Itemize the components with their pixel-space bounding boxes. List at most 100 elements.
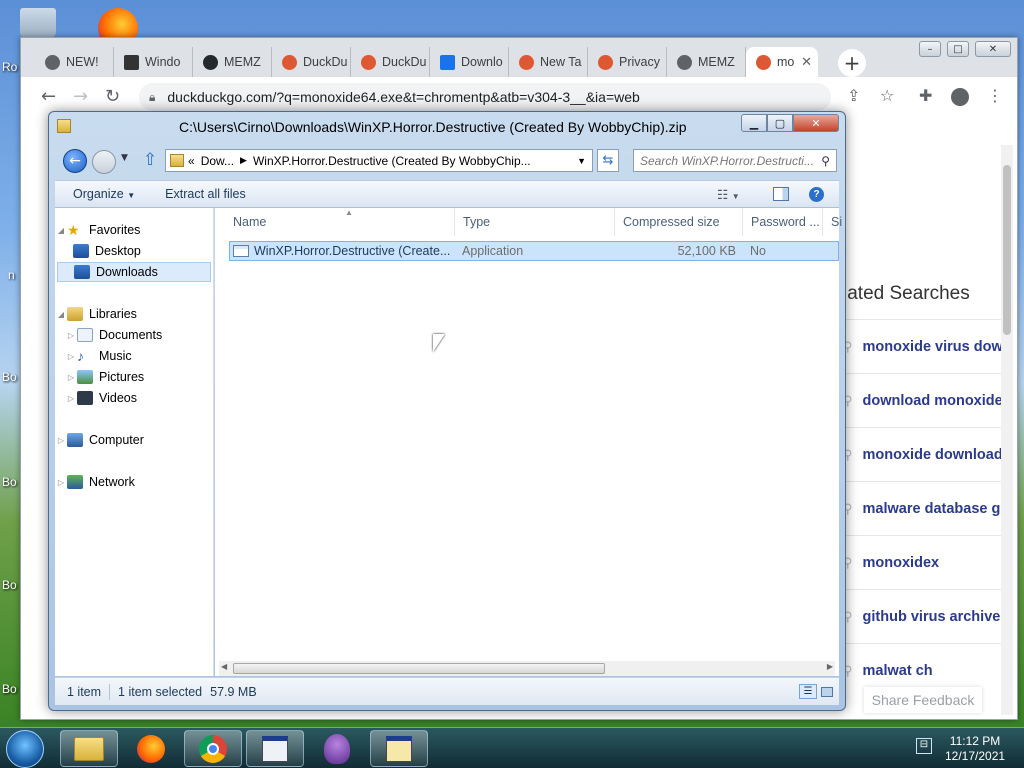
expand-triangle-icon[interactable]: ▷ (55, 436, 67, 445)
search-icon[interactable]: ⚲ (821, 154, 830, 168)
file-name[interactable]: WinXP.Horror.Destructive (Create... (254, 242, 450, 260)
tab-monoxide-active[interactable]: mo ✕ (746, 47, 818, 77)
tab-windows[interactable]: Windo (114, 47, 193, 77)
tab-new-tab[interactable]: New Ta (509, 47, 588, 77)
related-search-link[interactable]: ⚲ monoxide download (843, 427, 1003, 481)
tab-close-icon[interactable]: ✕ (801, 54, 812, 70)
related-search-link[interactable]: ⚲ monoxidex (843, 535, 1003, 589)
scroll-left-icon[interactable]: ◀ (221, 662, 227, 671)
organize-button[interactable]: Organize ▼ (73, 187, 135, 201)
tab-duckduckgo[interactable]: DuckDu (272, 47, 351, 77)
collapse-triangle-icon[interactable]: ◢ (55, 310, 67, 319)
preview-pane-icon[interactable] (773, 187, 789, 201)
maximize-button[interactable]: □ (947, 41, 969, 57)
nav-favorites[interactable]: ◢ ★ Favorites (55, 220, 140, 240)
tab-privacy[interactable]: Privacy (588, 47, 667, 77)
column-header-compressed-size[interactable]: Compressed size (615, 208, 743, 236)
nav-downloads[interactable]: Downloads (57, 262, 211, 282)
scrollbar-thumb[interactable] (233, 663, 605, 674)
expand-triangle-icon[interactable]: ▷ (65, 331, 77, 340)
address-bar[interactable]: 🔒︎ duckduckgo.com/?q=monoxide64.exe&t=ch… (139, 83, 831, 111)
reload-icon[interactable]: ↻ (105, 86, 120, 107)
nav-documents[interactable]: ▷ Documents (65, 325, 162, 345)
breadcrumb-item[interactable]: Dow... (201, 154, 234, 168)
nav-music[interactable]: ▷ ♪ Music (65, 346, 132, 366)
close-button[interactable]: ✕ (793, 114, 839, 132)
related-search-link[interactable]: ⚲ malware database g (843, 481, 1003, 535)
expand-triangle-icon[interactable]: ▷ (65, 394, 77, 403)
large-icons-view-icon[interactable] (821, 686, 833, 697)
page-scrollbar[interactable] (1001, 145, 1013, 715)
nav-pictures[interactable]: ▷ Pictures (65, 367, 144, 387)
nav-videos[interactable]: ▷ Videos (65, 388, 137, 408)
bookmark-star-icon[interactable]: ☆ (880, 86, 894, 105)
explorer-taskbar-button[interactable] (60, 730, 118, 767)
nav-computer[interactable]: ▷ Computer (55, 430, 144, 450)
installer-taskbar-button[interactable] (370, 730, 428, 767)
refresh-icon[interactable]: ⇆ (597, 149, 619, 172)
minimize-button[interactable]: – (919, 41, 941, 57)
system-clock[interactable]: 11:12 PM 12/17/2021 (945, 734, 1005, 764)
table-row[interactable]: WinXP.Horror.Destructive (Create... Appl… (229, 241, 839, 261)
desktop-label: n (8, 268, 15, 282)
network-tray-icon[interactable]: ⊟ (916, 738, 932, 754)
column-header-size[interactable]: Si (823, 208, 842, 236)
extensions-puzzle-icon[interactable]: ✚ (919, 86, 932, 105)
address-breadcrumb[interactable]: « Dow... ▶ WinXP.Horror.Destructive (Cre… (165, 149, 593, 172)
chrome-taskbar-button[interactable] (184, 730, 242, 767)
share-feedback-button[interactable]: Share Feedback (864, 687, 982, 713)
star-icon: ★ (67, 222, 80, 238)
breadcrumb-item[interactable]: WinXP.Horror.Destructive (Created By Wob… (253, 154, 531, 168)
firefox-taskbar-button[interactable] (122, 730, 180, 767)
tab-label: MEMZ (224, 55, 261, 69)
profile-avatar-icon[interactable] (951, 88, 969, 106)
tab-memz[interactable]: MEMZ (193, 47, 272, 77)
start-button[interactable] (6, 730, 44, 768)
back-arrow-icon[interactable]: ← (41, 86, 56, 107)
address-dropdown-icon[interactable]: ▼ (577, 156, 586, 166)
details-view-icon[interactable]: ☰ (799, 684, 817, 699)
expand-triangle-icon[interactable]: ▷ (65, 352, 77, 361)
related-search-link[interactable]: ⚲ download monoxide (843, 373, 1003, 427)
nav-desktop[interactable]: Desktop (73, 241, 141, 261)
breadcrumb-separator-icon[interactable]: ▶ (240, 155, 247, 166)
related-search-link[interactable]: ⚲ github virus archive (843, 589, 1003, 643)
nav-network[interactable]: ▷ Network (55, 472, 135, 492)
view-options-icon[interactable]: ☷ ▼ (717, 187, 740, 202)
nav-libraries[interactable]: ◢ Libraries (55, 304, 137, 324)
overflow-chevron-icon[interactable]: « (188, 154, 195, 168)
search-input[interactable]: Search WinXP.Horror.Destructi... ⚲ (633, 149, 837, 172)
new-tab-button[interactable]: + (838, 49, 866, 77)
extract-all-files-button[interactable]: Extract all files (165, 187, 246, 201)
forward-arrow-icon[interactable] (92, 150, 116, 174)
calculator-taskbar-button[interactable] (246, 730, 304, 767)
tab-duckduckgo[interactable]: DuckDu (351, 47, 430, 77)
back-arrow-icon[interactable]: ← (63, 149, 87, 173)
expand-triangle-icon[interactable]: ▷ (65, 373, 77, 382)
maximize-button[interactable]: ▢ (767, 114, 793, 132)
expand-triangle-icon[interactable]: ▷ (55, 478, 67, 487)
column-header-type[interactable]: Type (455, 208, 615, 236)
forward-arrow-icon[interactable]: → (73, 86, 88, 107)
column-header-password[interactable]: Password ... (743, 208, 823, 236)
recycle-bin-icon[interactable] (20, 8, 56, 38)
tab-label: mo (777, 55, 795, 69)
recent-pages-dropdown-icon[interactable]: ▼ (121, 153, 128, 163)
related-search-link[interactable]: ⚲ monoxide virus dow (843, 319, 1003, 373)
close-button[interactable]: ✕ (975, 41, 1011, 57)
tab-downloads[interactable]: Downlo (430, 47, 509, 77)
tab-new[interactable]: NEW! (35, 47, 114, 77)
horizontal-scrollbar[interactable]: ◀ ▶ (219, 661, 835, 676)
up-arrow-icon[interactable]: ⇧ (143, 150, 157, 170)
minimize-button[interactable]: ▁ (741, 114, 767, 132)
column-label: Password ... (751, 215, 820, 229)
collapse-triangle-icon[interactable]: ◢ (55, 226, 67, 235)
column-header-name[interactable]: Name ▲ (225, 208, 455, 236)
help-icon[interactable]: ? (809, 186, 824, 202)
menu-dots-icon[interactable]: ⋮ (987, 86, 1003, 105)
scrollbar-thumb[interactable] (1003, 165, 1011, 335)
bonzi-taskbar-button[interactable] (308, 730, 366, 767)
tab-memz-2[interactable]: MEMZ (667, 47, 746, 77)
share-icon[interactable]: ⇪ (847, 86, 860, 105)
scroll-right-icon[interactable]: ▶ (827, 662, 833, 671)
